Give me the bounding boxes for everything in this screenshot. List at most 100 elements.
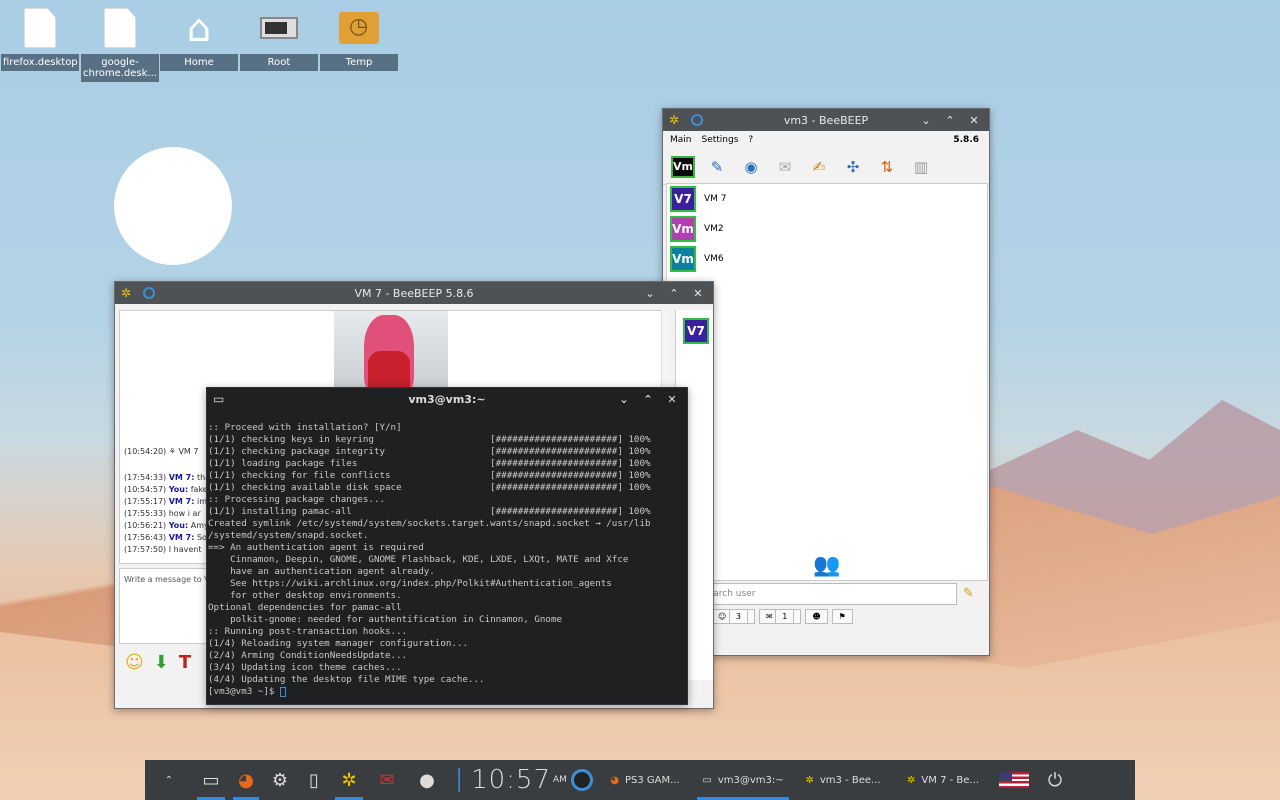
taskbar-volume[interactable]: │	[447, 760, 471, 800]
font-icon[interactable]: T	[179, 652, 191, 673]
chat-message: (17:56:43) VM 7: Sor	[124, 533, 210, 542]
my-status-button[interactable]: Vm	[671, 155, 695, 178]
terminal-line: :: Processing package changes...	[208, 494, 386, 505]
firefox-icon: ◕	[610, 774, 620, 786]
power-button[interactable]: ⏻	[1035, 760, 1075, 800]
terminal-line: (2/4) Arming ConditionNeedsUpdate...	[208, 650, 408, 661]
tab-chats[interactable]: ✉ 1	[758, 609, 802, 624]
menu-help[interactable]: ?	[748, 135, 753, 145]
avatar: Vm	[670, 216, 696, 242]
clock-ampm: AM	[553, 775, 567, 785]
shared-image[interactable]	[334, 311, 448, 393]
search-user-input[interactable]: Search user	[693, 583, 957, 605]
desktop-icon-home[interactable]: ⌂ Home	[160, 4, 238, 71]
close-button[interactable]: ✕	[691, 287, 705, 300]
taskbar-steam-launcher[interactable]: ⚙	[263, 760, 297, 800]
desktop-icon-root[interactable]: Root	[240, 4, 318, 71]
status-circle-icon	[691, 114, 703, 126]
maximize-button[interactable]: ⌃	[667, 287, 681, 300]
terminal-line: (1/1) checking for file conflicts [#####…	[208, 470, 651, 481]
close-button[interactable]: ✕	[665, 393, 679, 406]
taskbar-terminal-launcher[interactable]: ▭	[193, 760, 229, 800]
menu-settings[interactable]: Settings	[702, 135, 739, 145]
file-icon	[100, 6, 140, 50]
network-icon[interactable]: ◉	[739, 155, 763, 179]
clear-search-icon[interactable]: ✎	[963, 586, 974, 601]
terminal-output[interactable]: :: Proceed with installation? [Y/n] (1/1)…	[207, 422, 687, 704]
task-beebeep-main[interactable]: ✲ vm3 - Bee...	[793, 760, 893, 800]
window-titlebar[interactable]: ✲ vm3 - BeeBEEP ⌄ ⌃ ✕	[663, 109, 989, 131]
lightbulb-icon: ●	[419, 769, 435, 791]
taskbar-file-launcher[interactable]: ▯	[297, 760, 331, 800]
file-icon: ▯	[309, 769, 319, 791]
emoticon-icon[interactable]: ☺	[125, 652, 144, 673]
user-row-vm2[interactable]: Vm VM2	[667, 214, 987, 244]
minimize-button[interactable]: ⌄	[643, 287, 657, 300]
task-label: vm3@vm3:~	[717, 774, 784, 786]
keyboard-layout[interactable]	[993, 760, 1035, 800]
message-text: I havent	[168, 545, 202, 554]
write-icon[interactable]: ✍	[807, 155, 831, 179]
maximize-button[interactable]: ⌃	[641, 393, 655, 406]
user-list: V7 VM 7 Vm VM2 Vm VM6	[666, 183, 988, 581]
chat-message: (17:55:33) how i ar	[124, 509, 201, 518]
user-row-vm6[interactable]: Vm VM6	[667, 244, 987, 274]
window-titlebar[interactable]: ▭ vm3@vm3:~ ⌄ ⌃ ✕	[207, 388, 687, 410]
terminal-prompt[interactable]: [vm3@vm3 ~]$	[208, 686, 687, 698]
maximize-button[interactable]: ⌃	[943, 114, 957, 127]
message-icon[interactable]: ✉	[773, 155, 797, 179]
minimize-button[interactable]: ⌄	[919, 114, 933, 127]
chat-message: (10:56:21) You: Amy	[124, 521, 209, 530]
task-terminal[interactable]: ▭ vm3@vm3:~	[693, 760, 793, 800]
terminal-line: (1/1) checking available disk space [###…	[208, 482, 651, 493]
edit-profile-icon[interactable]: ✎	[705, 155, 729, 179]
chat-message: (10:54:20) ⚘ VM 7	[124, 447, 198, 456]
tools-icon[interactable]: ✣	[841, 155, 865, 179]
chat-message: (10:54:57) You: fake	[124, 485, 208, 494]
trash-icon[interactable]: ▥	[909, 155, 933, 179]
task-beebeep-chat[interactable]: ✲ VM 7 - Be...	[893, 760, 993, 800]
update-icon[interactable]: ⇅	[875, 155, 899, 179]
status-circle-icon	[143, 287, 155, 299]
message-time: (10:54:20)	[124, 447, 167, 456]
taskbar-mail-launcher[interactable]: ✉	[367, 760, 407, 800]
terminal-line: (1/1) checking package integrity [######…	[208, 446, 651, 457]
message-text: VM 7	[178, 447, 199, 456]
bee-icon: ✲	[907, 774, 916, 786]
tab-users-count: 3	[728, 609, 748, 624]
desktop-icon-temp[interactable]: Temp	[320, 4, 398, 71]
bee-icon: ✲	[669, 113, 680, 127]
show-hidden-icons-button[interactable]: ⌃	[145, 760, 193, 800]
firefox-icon: ◕	[238, 769, 254, 791]
desktop-icon-label: Root	[240, 54, 318, 71]
taskbar-lightbulb[interactable]: ●	[407, 760, 447, 800]
desktop-icon-firefox[interactable]: firefox.desktop	[1, 4, 79, 71]
tab-files[interactable]: ⚑	[831, 609, 853, 624]
desktop-icon-chrome[interactable]: google-chrome.desk...	[81, 4, 159, 82]
taskbar-beebeep-launcher[interactable]: ✲	[331, 760, 367, 800]
message-sender: VM 7:	[168, 473, 195, 482]
desktop-icon-label: firefox.desktop	[1, 54, 79, 71]
terminal-icon: ▭	[702, 774, 712, 786]
us-flag-icon	[999, 772, 1029, 788]
taskbar-clock[interactable]: 10:57 AM	[471, 760, 567, 800]
terminal-line: Optional dependencies for pamac-all	[208, 602, 402, 613]
menu-main[interactable]: Main	[670, 135, 692, 145]
tab-users[interactable]: ☺ 3	[711, 609, 755, 624]
user-row-vm7[interactable]: V7 VM 7	[667, 184, 987, 214]
task-ps3-games[interactable]: ◕ PS3 GAM...	[597, 760, 693, 800]
taskbar-menu-button[interactable]	[567, 760, 597, 800]
user-name: VM6	[704, 254, 724, 264]
close-button[interactable]: ✕	[967, 114, 981, 127]
send-icon[interactable]: ⬇	[154, 652, 169, 673]
message-time: (17:55:33)	[124, 509, 167, 518]
minimize-button[interactable]: ⌄	[617, 393, 631, 406]
message-time: (17:56:43)	[124, 533, 167, 542]
taskbar-firefox-launcher[interactable]: ◕	[229, 760, 263, 800]
message-sender: You:	[168, 521, 189, 530]
mail-icon: ✉	[379, 769, 395, 791]
message-time: (17:57:50)	[124, 545, 167, 554]
tab-groups[interactable]: ☻	[805, 609, 828, 624]
window-titlebar[interactable]: ✲ VM 7 - BeeBEEP 5.8.6 ⌄ ⌃ ✕	[115, 282, 713, 304]
avatar[interactable]: V7	[683, 318, 709, 344]
